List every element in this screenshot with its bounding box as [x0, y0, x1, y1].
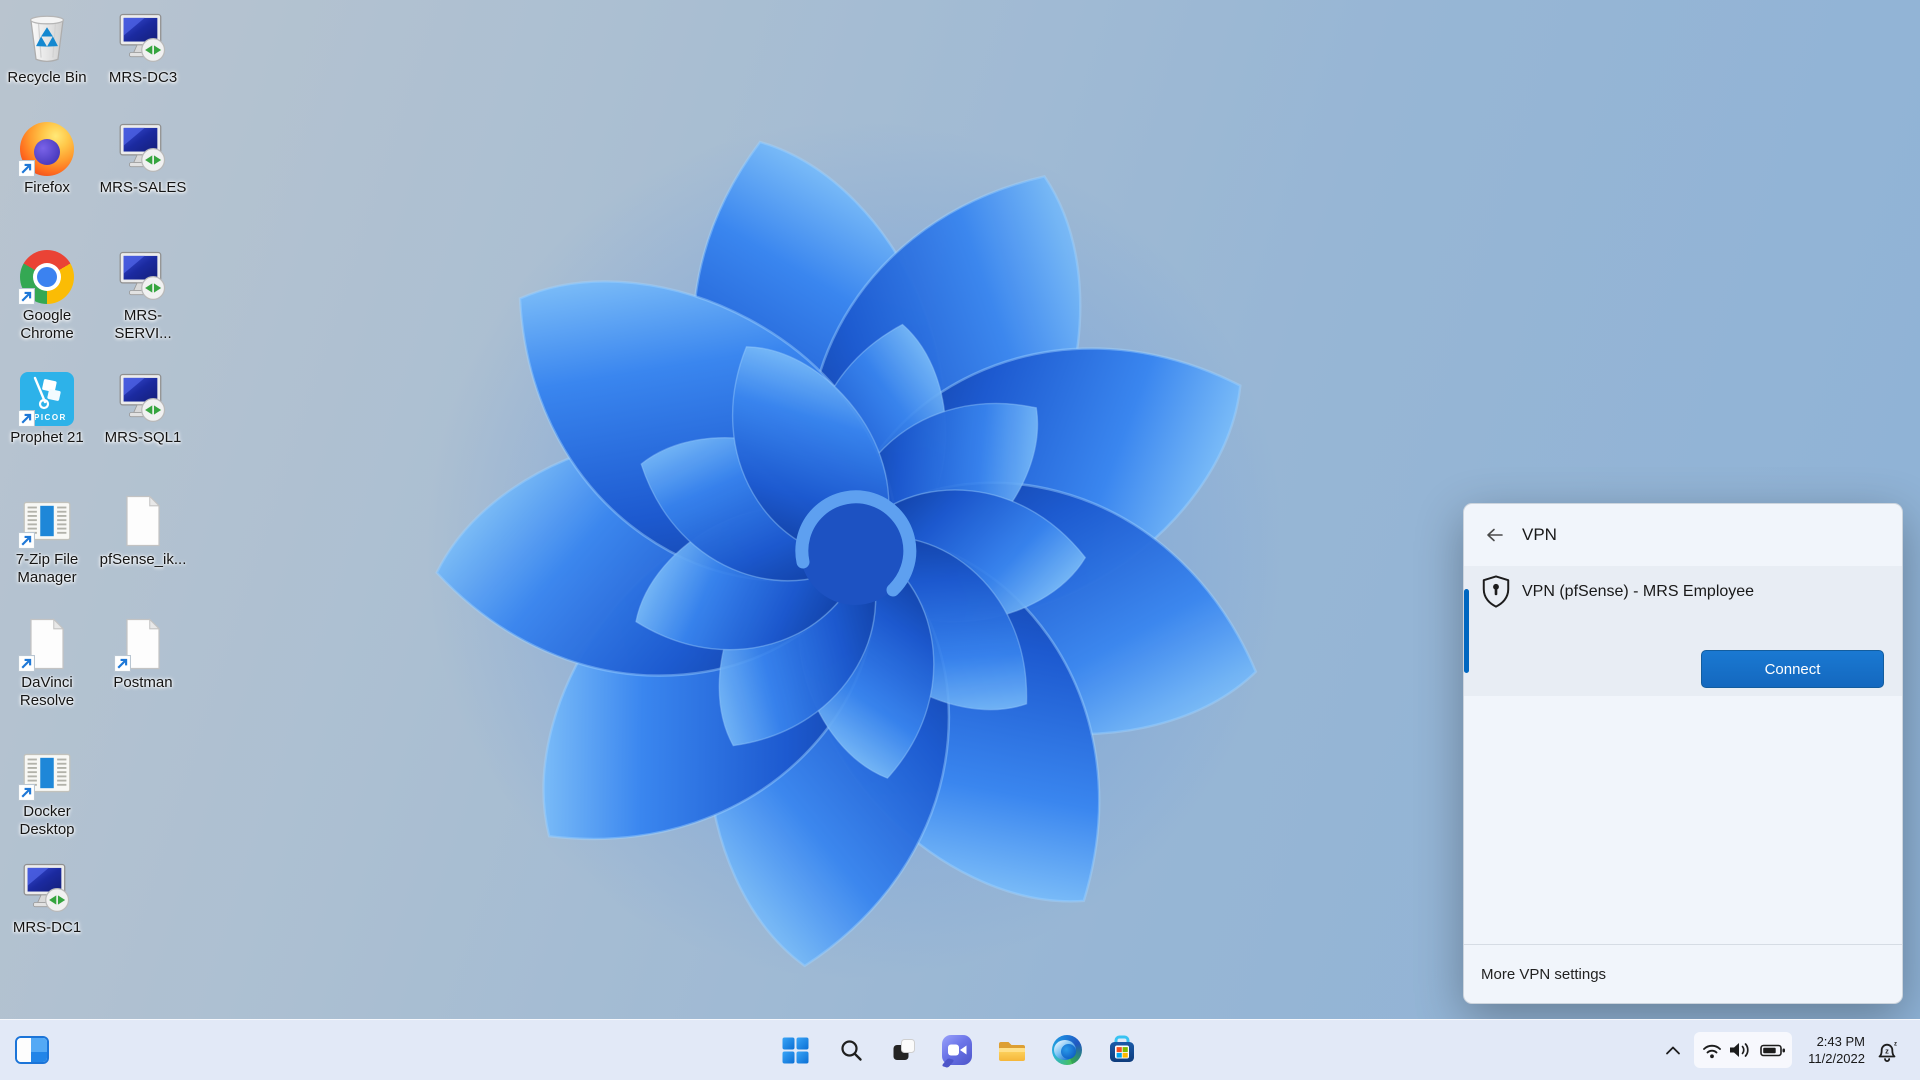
shortcut-arrow-icon: [18, 410, 35, 427]
file-manager-window-icon: [20, 494, 74, 548]
desktop-icon-mrs-sql1[interactable]: MRS-SQL1: [96, 372, 190, 447]
tray-date: 11/2/2022: [1808, 1050, 1865, 1067]
connect-button[interactable]: Connect: [1701, 650, 1884, 688]
desktop-icon-label: 7-Zip File Manager: [0, 551, 94, 587]
taskbar-widgets-button[interactable]: [12, 1030, 52, 1070]
file-manager-window-icon: [20, 746, 74, 800]
desktop-icon-recycle-bin[interactable]: Recycle Bin: [0, 12, 94, 87]
desktop-icon-davinci-resolve[interactable]: DaVinci Resolve: [0, 617, 94, 710]
vpn-selection-accent-bar: [1464, 589, 1469, 673]
desktop-icon-mrs-dc1[interactable]: MRS-DC1: [0, 862, 94, 937]
taskbar-edge-button[interactable]: [1047, 1030, 1087, 1070]
tray-quick-settings-button[interactable]: [1694, 1032, 1792, 1068]
taskbar-file-explorer-button[interactable]: [992, 1030, 1032, 1070]
shortcut-arrow-icon: [18, 160, 35, 177]
firefox-icon: [20, 122, 74, 176]
battery-icon: [1760, 1043, 1786, 1058]
shortcut-arrow-icon: [18, 784, 35, 801]
desktop-icon-mrs-servi[interactable]: MRS-SERVI...: [96, 250, 190, 343]
desktop-icon-pfsense-file[interactable]: pfSense_ik...: [96, 494, 190, 569]
desktop-icon-label: Prophet 21: [0, 429, 94, 447]
volume-icon: [1729, 1041, 1753, 1059]
hand-truck-icon: [29, 376, 65, 410]
svg-text:z: z: [1894, 1041, 1897, 1047]
vpn-connection-card: VPN (pfSense) - MRS Employee Connect: [1464, 566, 1902, 696]
taskbar-start-button[interactable]: [775, 1030, 815, 1070]
vpn-panel-header: VPN: [1464, 504, 1902, 566]
taskbar-task-view-button[interactable]: [884, 1030, 924, 1070]
desktop-icon-label: MRS-DC1: [0, 919, 94, 937]
vpn-shield-icon: [1480, 574, 1512, 610]
desktop-icon-mrs-sales[interactable]: MRS-SALES: [96, 122, 190, 197]
tray-chevron-button[interactable]: [1658, 1030, 1688, 1070]
shortcut-arrow-icon: [18, 288, 35, 305]
desktop-icon-label: pfSense_ik...: [96, 551, 190, 569]
taskbar-search-button[interactable]: [831, 1030, 871, 1070]
desktop-icon-7zip[interactable]: 7-Zip File Manager: [0, 494, 94, 587]
chevron-up-icon: [1665, 1045, 1681, 1055]
store-icon: [1107, 1035, 1137, 1065]
desktop-icon-mrs-dc3[interactable]: MRS-DC3: [96, 12, 190, 87]
vpn-flyout-panel: VPN VPN (pfSense) - MRS Employee Connect…: [1463, 503, 1903, 1004]
rdp-monitor-icon: [116, 372, 170, 426]
rdp-monitor-icon: [20, 862, 74, 916]
widgets-icon: [15, 1036, 49, 1064]
taskbar: 2:43 PM 11/2/2022 z z: [0, 1019, 1920, 1080]
search-icon: [839, 1038, 863, 1062]
more-vpn-settings-label: More VPN settings: [1481, 966, 1606, 983]
start-icon: [782, 1037, 809, 1064]
wifi-icon: [1701, 1042, 1723, 1059]
desktop-icon-label: MRS-DC3: [96, 69, 190, 87]
desktop-icon-label: MRS-SALES: [96, 179, 190, 197]
desktop-icon-label: Google Chrome: [0, 307, 94, 343]
edge-icon: [1052, 1035, 1082, 1065]
task-view-icon: [891, 1037, 917, 1063]
bloom-wallpaper: [335, 110, 1375, 990]
tray-clock[interactable]: 2:43 PM 11/2/2022: [1808, 1033, 1865, 1067]
vpn-panel-title: VPN: [1522, 525, 1557, 545]
document-icon: [20, 617, 74, 671]
taskbar-store-button[interactable]: [1102, 1030, 1142, 1070]
shortcut-arrow-icon: [18, 655, 35, 672]
shortcut-arrow-icon: [18, 532, 35, 549]
document-icon: [116, 494, 170, 548]
rdp-monitor-icon: [116, 122, 170, 176]
chrome-icon: [20, 250, 74, 304]
desktop-icon-prophet21[interactable]: EPICOR Prophet 21: [0, 372, 94, 447]
desktop-icon-label: Recycle Bin: [0, 69, 94, 87]
desktop-icon-label: Docker Desktop: [0, 803, 94, 839]
rdp-monitor-icon: [116, 12, 170, 66]
tray-time: 2:43 PM: [1808, 1033, 1865, 1050]
desktop-icon-label: MRS-SERVI...: [96, 307, 190, 343]
svg-text:z: z: [1885, 1046, 1889, 1055]
recycle-bin-icon: [20, 12, 74, 66]
vpn-back-button[interactable]: [1476, 518, 1514, 552]
prophet21-icon: EPICOR: [20, 372, 74, 426]
desktop-icon-docker-desktop[interactable]: Docker Desktop: [0, 746, 94, 839]
chat-icon: [942, 1035, 972, 1065]
taskbar-chat-button[interactable]: [937, 1030, 977, 1070]
desktop-icon-label: MRS-SQL1: [96, 429, 190, 447]
document-icon: [116, 617, 170, 671]
file-explorer-icon: [997, 1038, 1027, 1063]
desktop-icon-label: Firefox: [0, 179, 94, 197]
desktop-icon-label: DaVinci Resolve: [0, 674, 94, 710]
more-vpn-settings-link[interactable]: More VPN settings: [1464, 944, 1902, 1003]
back-arrow-icon: [1485, 527, 1505, 543]
desktop-icon-firefox[interactable]: Firefox: [0, 122, 94, 197]
tray-notification-button[interactable]: z z: [1872, 1037, 1902, 1065]
rdp-monitor-icon: [116, 250, 170, 304]
notification-bell-icon: z z: [1875, 1039, 1899, 1064]
vpn-connection-name: VPN (pfSense) - MRS Employee: [1522, 583, 1754, 601]
desktop-icon-google-chrome[interactable]: Google Chrome: [0, 250, 94, 343]
shortcut-arrow-icon: [114, 655, 131, 672]
vpn-connection-row[interactable]: VPN (pfSense) - MRS Employee: [1480, 574, 1886, 610]
desktop-icon-label: Postman: [96, 674, 190, 692]
desktop-icon-postman[interactable]: Postman: [96, 617, 190, 692]
